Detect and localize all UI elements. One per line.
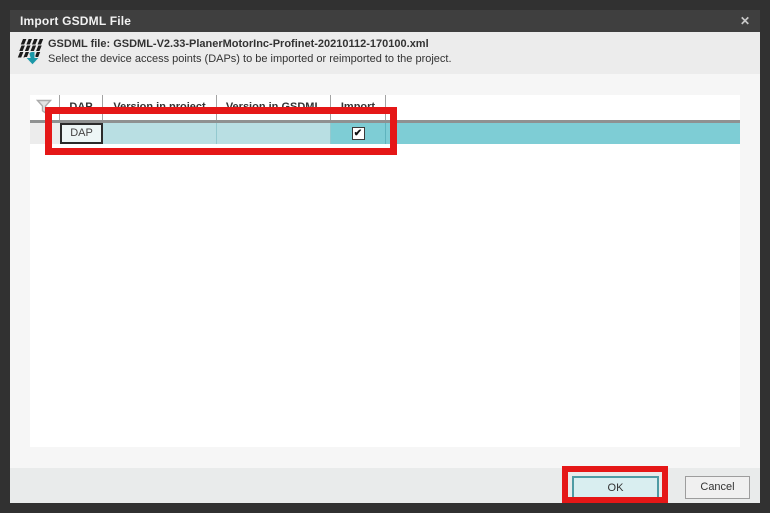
column-header-dap[interactable]: DAP	[60, 95, 103, 120]
version-in-gsdml-cell[interactable]	[217, 123, 331, 144]
column-header-spacer	[386, 95, 740, 120]
dap-select-instruction: Select the device access points (DAPs) t…	[48, 53, 452, 65]
column-header-import[interactable]: Import	[331, 95, 386, 120]
table-row[interactable]: DAP ✔	[30, 123, 740, 144]
filter-header-cell[interactable]	[30, 95, 60, 120]
version-in-project-cell[interactable]	[103, 123, 217, 144]
close-icon: ✕	[740, 14, 750, 28]
import-cell: ✔	[331, 123, 386, 144]
dialog-title: Import GSDML File	[20, 10, 131, 32]
dialog-frame: Import GSDML File ✕	[0, 0, 770, 513]
table-header-row: DAP Version in project Version in GSDML …	[30, 95, 740, 120]
ok-button[interactable]: OK	[572, 476, 659, 499]
import-checkbox[interactable]: ✔	[352, 127, 365, 140]
column-header-version-in-gsdml[interactable]: Version in GSDML	[217, 95, 331, 120]
cancel-button[interactable]: Cancel	[685, 476, 750, 499]
row-gutter-cell	[30, 123, 60, 144]
filter-funnel-icon	[36, 99, 54, 126]
column-header-version-in-project[interactable]: Version in project	[103, 95, 217, 120]
close-button[interactable]: ✕	[736, 10, 754, 32]
dap-cell[interactable]: DAP	[60, 123, 103, 144]
dap-table: DAP Version in project Version in GSDML …	[30, 95, 740, 447]
row-extension	[386, 123, 740, 144]
file-info-header: GSDML file: GSDML-V2.33-PlanerMotorInc-P…	[10, 32, 760, 74]
import-gsdml-dialog: Import GSDML File ✕	[10, 10, 760, 503]
title-bar: Import GSDML File ✕	[10, 10, 760, 32]
gsdml-file-name: GSDML file: GSDML-V2.33-PlanerMotorInc-P…	[48, 38, 429, 50]
gsdml-import-icon	[17, 37, 45, 74]
